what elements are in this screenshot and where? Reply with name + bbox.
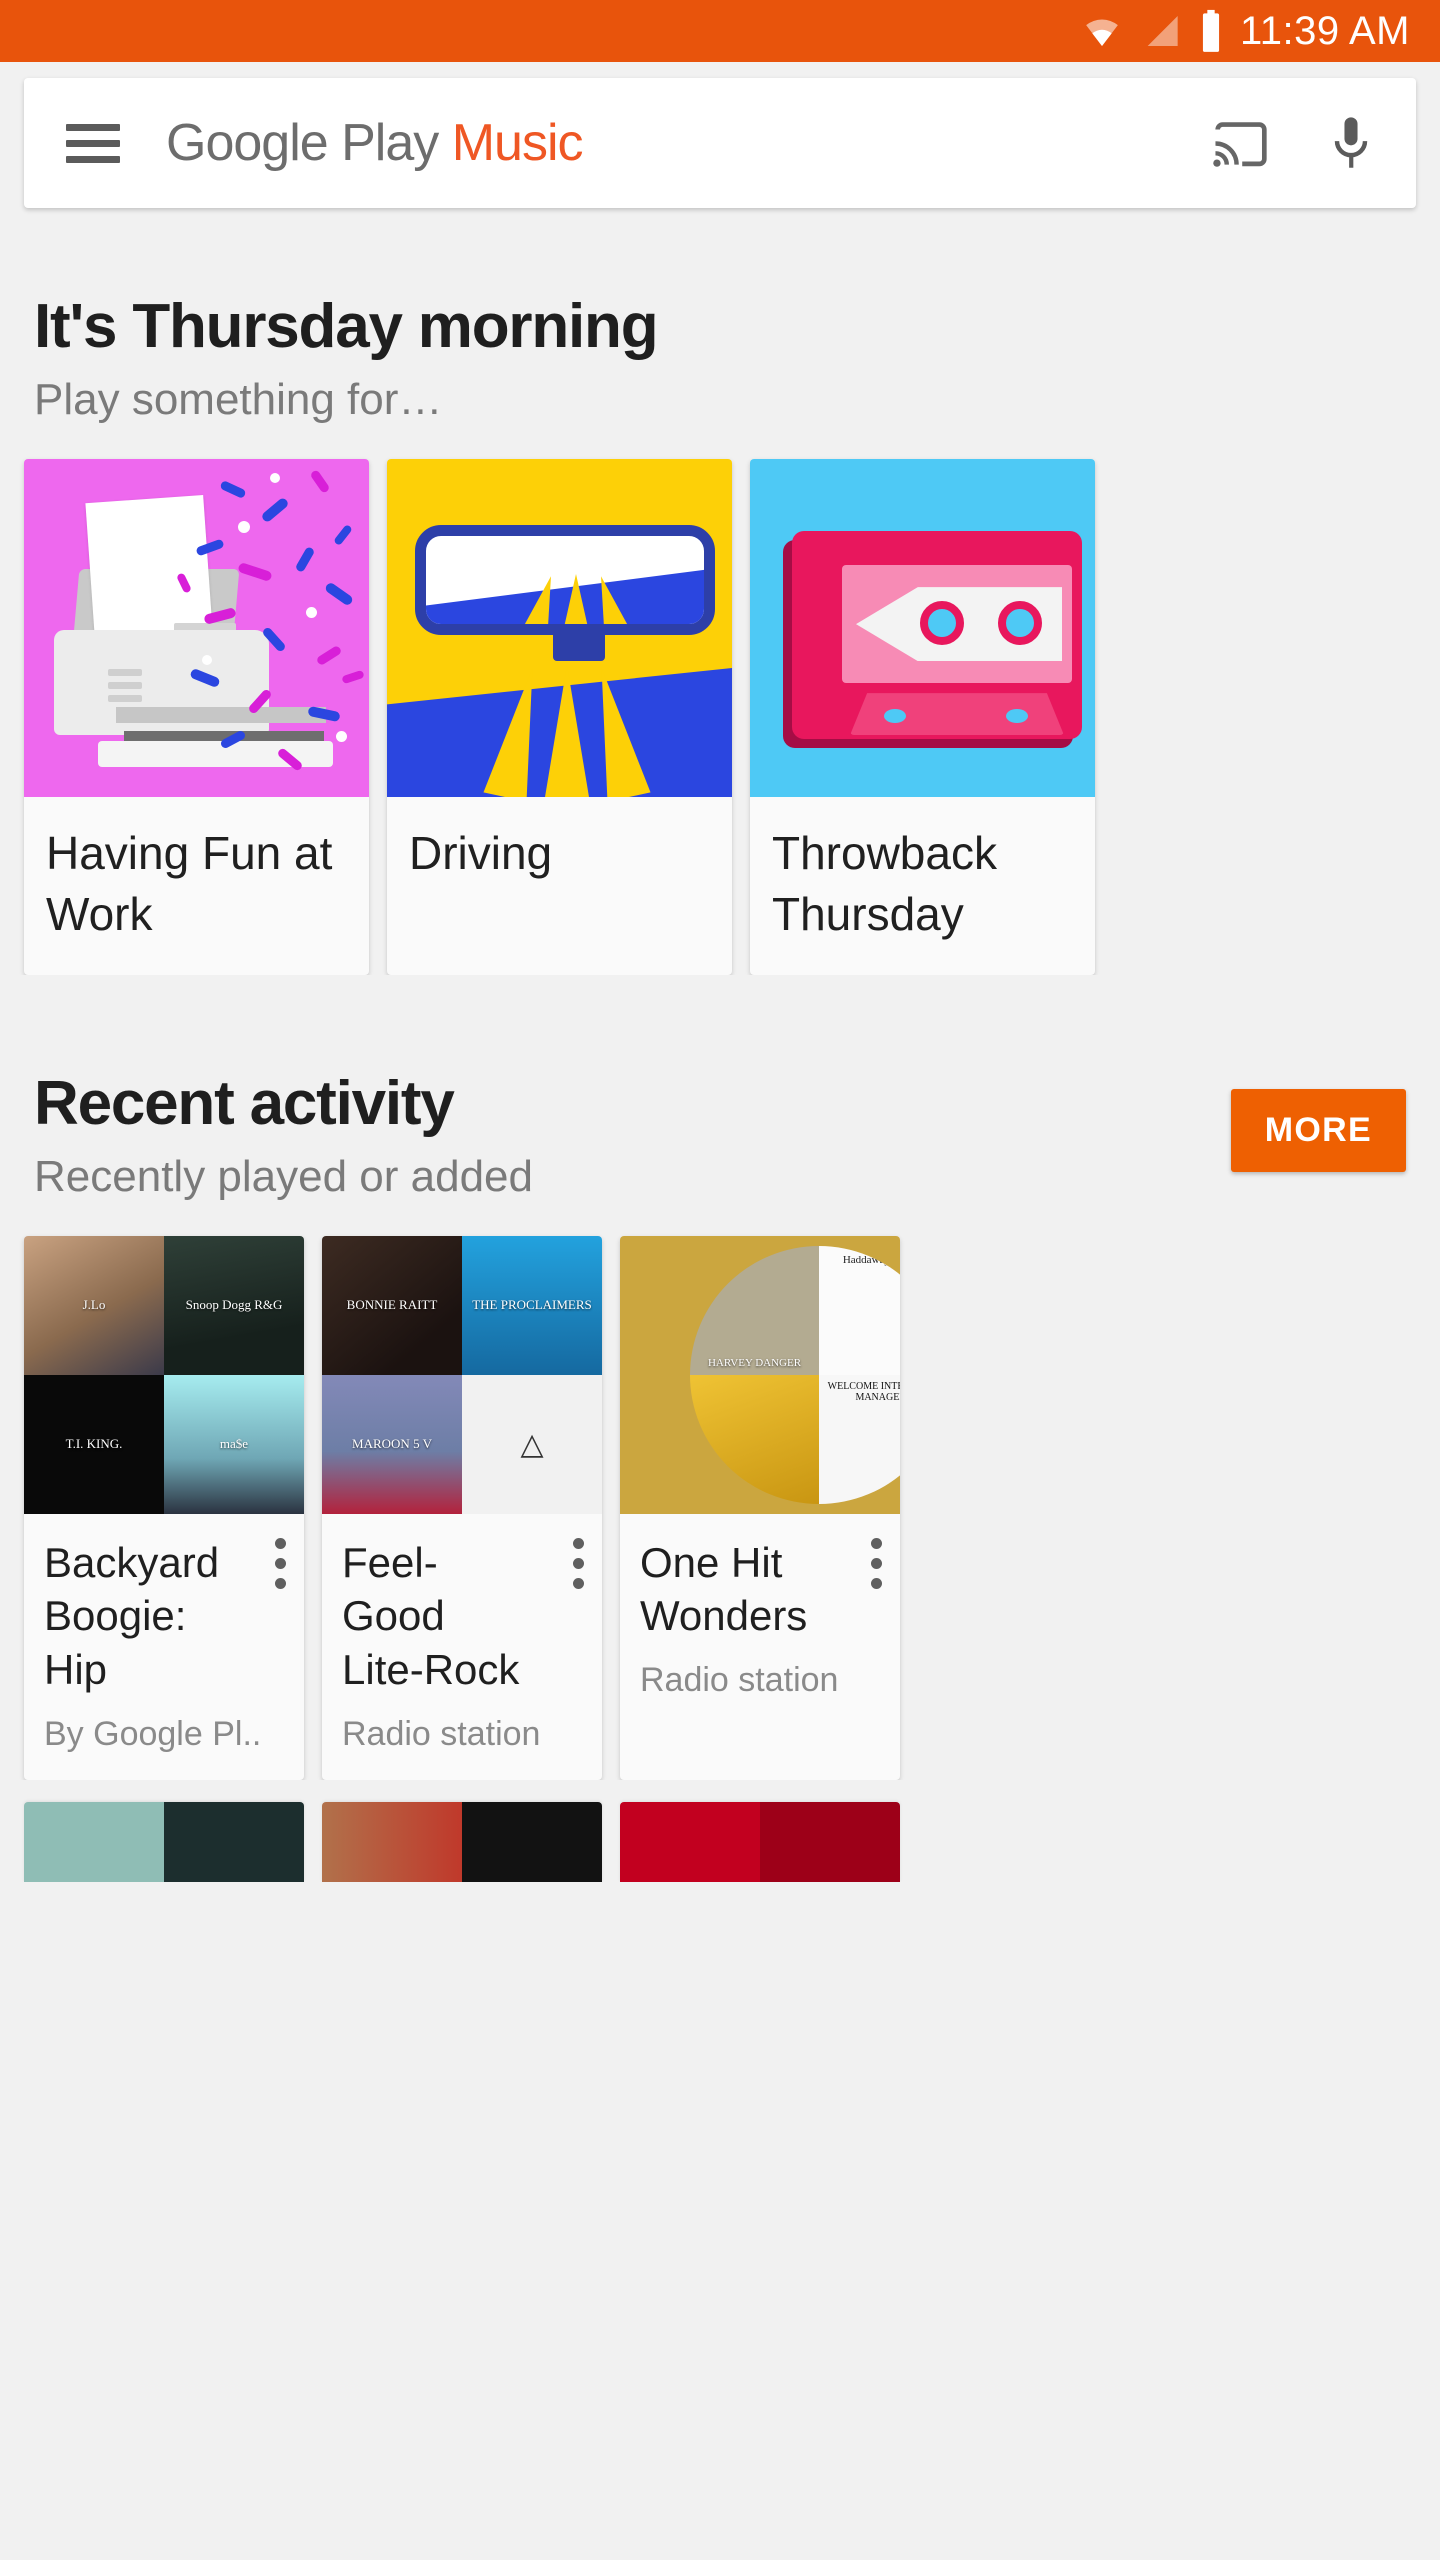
red-album-art-2 [760, 1801, 900, 1882]
album-art-dark [164, 1801, 304, 1882]
next-row-peek[interactable] [0, 1780, 1440, 1882]
battery-icon [1198, 9, 1224, 53]
page-subtitle: Play something for… [34, 375, 443, 425]
mood-section-header: It's Thursday morning Play something for… [0, 208, 1440, 425]
red-album-art [620, 1801, 760, 1882]
mood-card-label: Driving [409, 827, 553, 880]
ti-king-album-art: T.I. KING. [24, 1374, 164, 1514]
status-bar-clock: 11:39 AM [1239, 8, 1410, 53]
the-proclaimers-sunshine-on-leith-album-art: THE PROCLAIMERS [462, 1235, 602, 1375]
recent-card-one-hit-wonders[interactable]: HARVEY DANGER Haddaway what is WELCOME I… [620, 1235, 900, 1780]
recent-card-subtitle: Radio station [640, 1661, 839, 1700]
alt-j-an-awesome-wave-album-art: △ [462, 1374, 602, 1514]
app-title: Google Play Music [166, 113, 584, 173]
rearview-mirror-icon [415, 525, 715, 636]
recent-card-subtitle: By Google Pl.. [44, 1714, 262, 1753]
more-button[interactable]: MORE [1230, 1088, 1406, 1172]
album-art-collage: BONNIE RAITT THE PROCLAIMERS MAROON 5 V … [322, 1235, 602, 1514]
recent-card-subtitle: Radio station [342, 1714, 541, 1753]
page-title: It's Thursday morning [34, 292, 659, 361]
recent-card-peek-2[interactable] [322, 1801, 602, 1882]
microphone-icon[interactable] [1328, 115, 1374, 171]
maroon-5-v-album-art: MAROON 5 V [322, 1374, 462, 1514]
kebab-menu-icon[interactable] [871, 1537, 882, 1589]
app-search-bar[interactable]: Google Play Music [24, 78, 1416, 208]
recent-card-peek-3[interactable] [620, 1801, 900, 1882]
status-bar: 11:39 AM [0, 0, 1440, 62]
jennifer-lopez-jlo-album-art: J.Lo [24, 1235, 164, 1375]
cassette-tape-illustration [750, 459, 1095, 798]
mood-card-driving[interactable]: Driving [387, 459, 732, 975]
fabolous-album-art [24, 1801, 164, 1882]
young-album-art [322, 1801, 462, 1882]
mood-card-throwback-thursday[interactable]: Throwback Thursday [750, 459, 1095, 975]
kebab-menu-icon[interactable] [573, 1537, 584, 1589]
hamburger-menu-icon[interactable] [66, 123, 120, 163]
cast-icon[interactable] [1210, 116, 1272, 170]
wifi-icon [1080, 11, 1124, 51]
recent-card-peek-1[interactable] [24, 1801, 304, 1882]
recent-card-backyard-boogie[interactable]: J.Lo Snoop Dogg R&G T.I. KING. ma$e Back… [24, 1235, 304, 1780]
confetti-icon [24, 459, 369, 797]
recent-card-title: One Hit Wonders [640, 1538, 808, 1640]
printer-confetti-illustration [24, 459, 369, 798]
recent-card-title: Backyard Boogie: Hip [44, 1538, 220, 1694]
mood-card-having-fun-at-work[interactable]: Having Fun at Work [24, 459, 369, 975]
kebab-menu-icon[interactable] [275, 1537, 286, 1589]
mood-card-label: Having Fun at Work [46, 827, 333, 940]
cell-signal-icon [1140, 11, 1182, 51]
bonnie-raitt-luck-of-the-draw-album-art: BONNIE RAITT [322, 1235, 462, 1375]
mood-card-label: Throwback Thursday [772, 827, 997, 940]
recent-activity-strip[interactable]: J.Lo Snoop Dogg R&G T.I. KING. ma$e Back… [0, 1202, 1440, 1780]
mood-card-strip[interactable]: Having Fun at Work Driving Throwback Thu… [0, 425, 1440, 975]
app-title-primary: Google Play [166, 114, 452, 172]
fountains-of-wayne-welcome-interstate-managers-album-art: WELCOME INTERSTATE MANAGERS [819, 1374, 900, 1504]
snoop-dogg-rg-album-art: Snoop Dogg R&G [164, 1235, 304, 1375]
album-art-dark-2 [462, 1801, 602, 1882]
album-art-collage: J.Lo Snoop Dogg R&G T.I. KING. ma$e [24, 1235, 304, 1514]
rearview-mirror-road-illustration [387, 459, 732, 798]
recent-activity-title: Recent activity [34, 1068, 455, 1138]
album-art-circular-collage: HARVEY DANGER Haddaway what is WELCOME I… [620, 1235, 900, 1514]
recent-activity-subtitle: Recently played or added [34, 1151, 533, 1201]
app-title-accent: Music [451, 114, 584, 172]
recent-activity-header: Recent activity Recently played or added… [0, 975, 1440, 1202]
harvey-danger-album-art: HARVEY DANGER [690, 1245, 819, 1375]
yellow-house-album-art [690, 1374, 819, 1504]
recent-card-feel-good-lite-rock[interactable]: BONNIE RAITT THE PROCLAIMERS MAROON 5 V … [322, 1235, 602, 1780]
haddaway-what-is-love-album-art: Haddaway what is [819, 1245, 900, 1375]
mase-harlem-world-album-art: ma$e [164, 1374, 304, 1514]
recent-card-title: Feel-Good Lite-Rock [342, 1538, 520, 1694]
